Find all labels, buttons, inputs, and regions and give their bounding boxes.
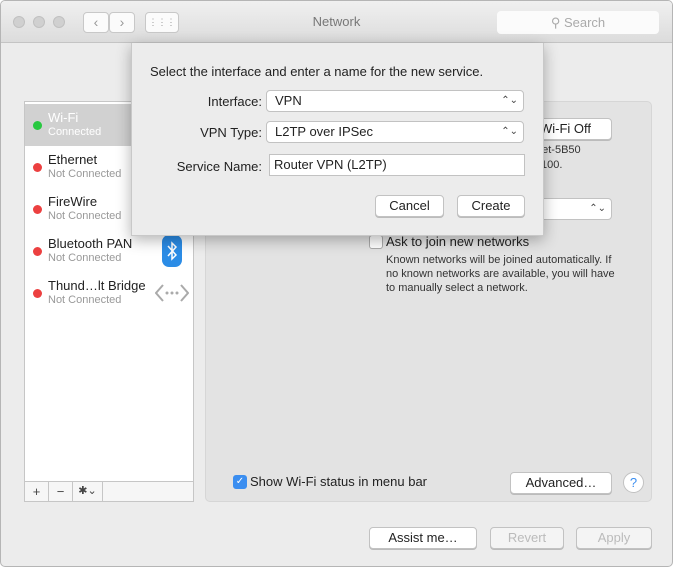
- assist-me-button[interactable]: Assist me…: [369, 527, 477, 549]
- chevron-updown-icon: ⌃⌄: [501, 126, 518, 137]
- service-item-bluetooth-pan[interactable]: Bluetooth PAN Not Connected: [25, 230, 193, 272]
- add-service-button[interactable]: +: [25, 482, 49, 501]
- ask-to-join-help: Known networks will be joined automatica…: [386, 254, 615, 294]
- search-field[interactable]: ⚲ Search: [497, 11, 659, 34]
- service-name: Thund…lt Bridge: [48, 278, 146, 293]
- revert-button[interactable]: Revert: [490, 527, 564, 549]
- create-button[interactable]: Create: [457, 195, 525, 217]
- service-name-label: Service Name:: [176, 159, 262, 174]
- service-name: Wi-Fi: [48, 110, 79, 125]
- remove-service-button[interactable]: −: [49, 482, 73, 501]
- service-name: Ethernet: [48, 152, 98, 167]
- status-dot: [33, 247, 42, 256]
- service-name: Bluetooth PAN: [48, 236, 133, 251]
- service-name-input[interactable]: Router VPN (L2TP): [269, 154, 525, 176]
- status-dot: [33, 289, 42, 298]
- ask-to-join-label: Ask to join new networks: [386, 234, 530, 249]
- show-wifi-status-label: Show Wi-Fi status in menu bar: [250, 474, 428, 489]
- chevron-updown-icon: ⌃⌄: [589, 203, 606, 214]
- service-status: Connected: [48, 126, 102, 138]
- thunderbolt-bridge-icon: [155, 284, 189, 302]
- interface-value: VPN: [275, 93, 302, 108]
- vpn-type-label: VPN Type:: [200, 125, 262, 140]
- help-button[interactable]: ?: [623, 472, 644, 493]
- vpn-type-value: L2TP over IPSec: [275, 124, 374, 139]
- status-dot: [33, 121, 42, 130]
- vpn-type-popup[interactable]: L2TP over IPSec ⌃⌄: [266, 121, 524, 143]
- service-item-thunderbolt-bridge[interactable]: Thund…lt Bridge Not Connected: [25, 272, 193, 314]
- service-list-toolbar: + − ✱⌄: [25, 481, 193, 501]
- advanced-button[interactable]: Advanced…: [510, 472, 612, 494]
- network-window: ‹ › ⋮⋮⋮ Network ⚲ Search Wi-Fi Connected …: [0, 0, 673, 567]
- ask-to-join-checkbox[interactable]: [369, 235, 383, 249]
- service-status: Not Connected: [48, 210, 122, 222]
- service-status: Not Connected: [48, 252, 122, 264]
- search-icon: ⚲: [550, 15, 564, 30]
- interface-label: Interface:: [207, 94, 262, 109]
- show-wifi-status-checkbox[interactable]: ✓: [233, 475, 247, 489]
- status-dot: [33, 163, 42, 172]
- new-service-sheet: Select the interface and enter a name fo…: [131, 43, 544, 236]
- chevron-updown-icon: ⌃⌄: [501, 95, 518, 106]
- status-dot: [33, 205, 42, 214]
- search-placeholder: Search: [563, 15, 606, 30]
- bluetooth-icon: [162, 235, 182, 267]
- apply-button[interactable]: Apply: [576, 527, 652, 549]
- service-name: FireWire: [48, 194, 98, 209]
- title-bar: ‹ › ⋮⋮⋮ Network ⚲ Search: [1, 1, 672, 43]
- service-status: Not Connected: [48, 168, 122, 180]
- interface-popup[interactable]: VPN ⌃⌄: [266, 90, 524, 112]
- gear-icon[interactable]: ✱⌄: [73, 482, 103, 501]
- service-status: Not Connected: [48, 294, 122, 306]
- cancel-button[interactable]: Cancel: [375, 195, 444, 217]
- sheet-prompt: Select the interface and enter a name fo…: [150, 64, 484, 79]
